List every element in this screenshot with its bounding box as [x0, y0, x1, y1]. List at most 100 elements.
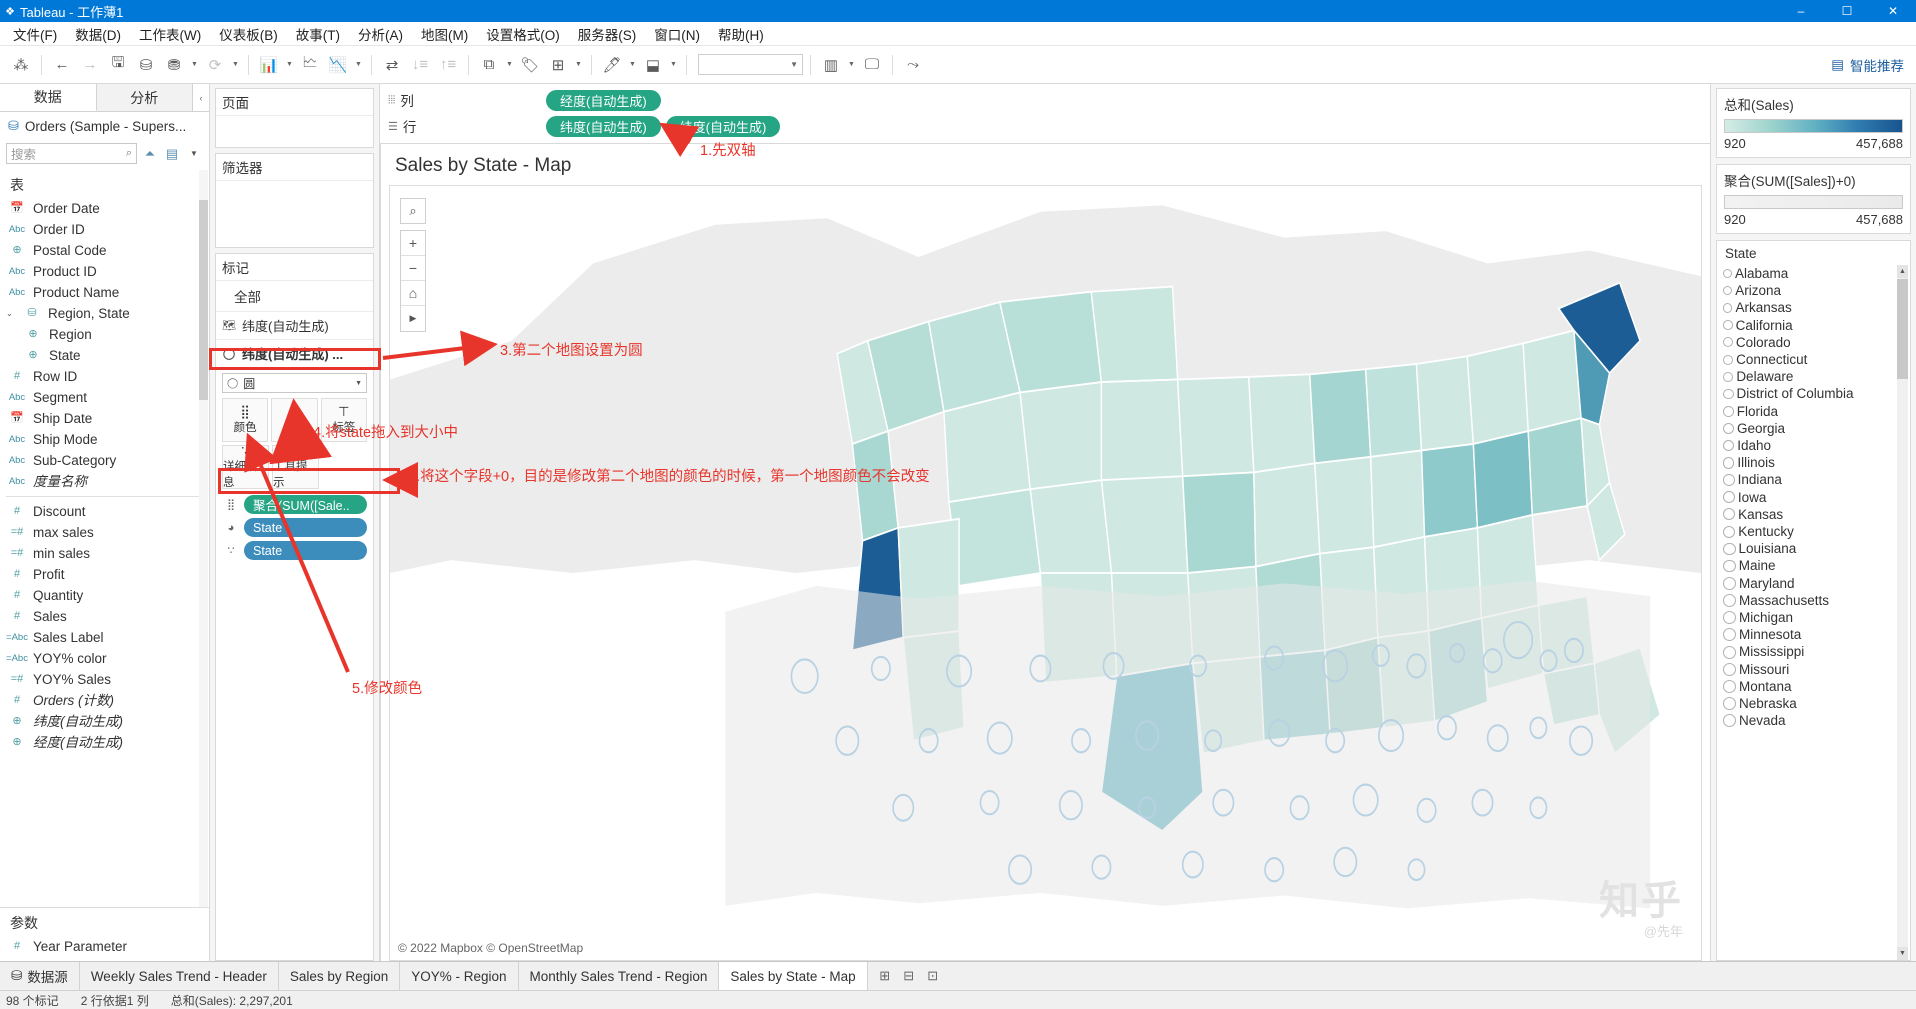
- minimize-button[interactable]: –: [1778, 0, 1824, 22]
- radio-icon[interactable]: [1723, 354, 1734, 365]
- share-button[interactable]: ⤳: [900, 52, 926, 78]
- radio-icon[interactable]: [1723, 508, 1736, 521]
- show-labels-button[interactable]: 🏷: [517, 52, 543, 78]
- menu-item-2[interactable]: 工作表(W): [130, 21, 210, 47]
- tableau-home-icon[interactable]: ⁂: [8, 52, 34, 78]
- state-filter-item[interactable]: Iowa: [1723, 489, 1910, 506]
- show-cards-caret-icon[interactable]: ▼: [846, 52, 857, 78]
- menu-item-0[interactable]: 文件(F): [4, 21, 66, 47]
- menu-item-4[interactable]: 故事(T): [287, 21, 349, 47]
- state-filter-item[interactable]: Mississippi: [1723, 643, 1910, 660]
- maximize-button[interactable]: ☐: [1824, 0, 1870, 22]
- sort-ascending-button[interactable]: ↓≡: [407, 52, 433, 78]
- worksheet-tab-1[interactable]: Sales by Region: [278, 962, 401, 990]
- fixed-axis-caret-icon[interactable]: ▼: [573, 52, 584, 78]
- new-story-icon[interactable]: ⊡: [922, 965, 944, 987]
- dimension-product-id[interactable]: Abc Product ID: [0, 261, 209, 282]
- state-filter-item[interactable]: District of Columbia: [1723, 385, 1910, 402]
- sort-descending-button[interactable]: ↑≡: [435, 52, 461, 78]
- highlight-button[interactable]: 🖊: [599, 52, 625, 78]
- search-input[interactable]: 搜索 ⌕: [6, 143, 137, 164]
- state-list-scrollbar-thumb[interactable]: [1897, 279, 1908, 379]
- clear-sheet-caret-icon[interactable]: ▼: [353, 52, 364, 78]
- back-button[interactable]: ←: [49, 52, 75, 78]
- parameter-year-parameter[interactable]: # Year Parameter: [0, 936, 209, 957]
- pause-datasource-button[interactable]: ⛃: [161, 52, 187, 78]
- pause-dropdown-caret-icon[interactable]: ▼: [189, 52, 200, 78]
- swap-rows-columns-button[interactable]: ⇄: [379, 52, 405, 78]
- new-worksheet-button[interactable]: 📊: [256, 52, 282, 78]
- state-list-scroll-up-icon[interactable]: ▲: [1897, 265, 1908, 278]
- clear-sheet-button[interactable]: 📉: [325, 52, 351, 78]
- forward-button[interactable]: →: [77, 52, 103, 78]
- pill-longitude[interactable]: 经度(自动生成): [546, 89, 661, 111]
- view-dropdown-caret-icon[interactable]: ▼: [185, 149, 203, 158]
- data-pane-scrollbar-thumb[interactable]: [199, 200, 208, 400]
- dimension-order-id[interactable]: Abc Order ID: [0, 219, 209, 240]
- presentation-mode-button[interactable]: ⬓: [640, 52, 666, 78]
- radio-icon[interactable]: [1723, 697, 1736, 711]
- group-button[interactable]: ⧉: [476, 52, 502, 78]
- state-filter-item[interactable]: Maine: [1723, 557, 1910, 574]
- measure-sales[interactable]: # Sales: [0, 606, 209, 627]
- radio-icon[interactable]: [1723, 628, 1736, 642]
- state-filter-item[interactable]: Missouri: [1723, 661, 1910, 678]
- radio-icon[interactable]: [1723, 286, 1733, 296]
- color-button[interactable]: ⣿ 颜色: [222, 398, 269, 442]
- radio-icon[interactable]: [1723, 611, 1736, 625]
- menu-item-6[interactable]: 地图(M): [412, 21, 477, 47]
- rows-shelf[interactable]: ☰ 行 纬度(自动生成) 纬度(自动生成): [380, 113, 1710, 139]
- radio-icon[interactable]: [1723, 679, 1736, 693]
- state-filter-item[interactable]: Arkansas: [1723, 299, 1910, 316]
- measure--[interactable]: ⊕ 经度(自动生成): [0, 732, 209, 753]
- marks-layer-all[interactable]: 全部: [216, 281, 373, 312]
- refresh-button[interactable]: ⟳: [202, 52, 228, 78]
- measure-orders-[interactable]: # Orders (计数): [0, 690, 209, 711]
- highlight-caret-icon[interactable]: ▼: [627, 52, 638, 78]
- menu-item-1[interactable]: 数据(D): [66, 21, 130, 47]
- radio-icon[interactable]: [1723, 440, 1735, 452]
- detail-button[interactable]: ∵ 详细信息: [222, 444, 269, 489]
- marks-layer-latitude-2[interactable]: ◯ 纬度(自动生成) ...: [216, 340, 373, 368]
- expander-icon[interactable]: ⌄: [6, 304, 16, 323]
- radio-icon[interactable]: [1723, 542, 1736, 556]
- state-filter-item[interactable]: Montana: [1723, 678, 1910, 695]
- measure--[interactable]: ⊕ 纬度(自动生成): [0, 711, 209, 732]
- dimension-order-date[interactable]: 📅 Order Date: [0, 198, 209, 219]
- menu-item-9[interactable]: 窗口(N): [645, 21, 709, 47]
- state-filter-item[interactable]: Nevada: [1723, 712, 1910, 729]
- worksheet-tab-0[interactable]: Weekly Sales Trend - Header: [79, 962, 279, 990]
- dimension-state[interactable]: ⊕ State: [0, 345, 209, 366]
- radio-icon[interactable]: [1723, 269, 1732, 279]
- state-filter-item[interactable]: Nebraska: [1723, 695, 1910, 712]
- radio-icon[interactable]: [1723, 371, 1734, 382]
- map-zoom-out-icon[interactable]: −: [401, 256, 425, 281]
- dimension--[interactable]: Abc 度量名称: [0, 471, 209, 492]
- radio-icon[interactable]: [1723, 525, 1736, 538]
- state-list-scroll-down-icon[interactable]: ▼: [1897, 947, 1908, 960]
- state-filter-item[interactable]: Colorado: [1723, 334, 1910, 351]
- dimension-ship-date[interactable]: 📅 Ship Date: [0, 408, 209, 429]
- state-filter-item[interactable]: Kentucky: [1723, 523, 1910, 540]
- state-filter-item[interactable]: Illinois: [1723, 454, 1910, 471]
- duplicate-sheet-button[interactable]: 🗠: [297, 52, 323, 78]
- pill-latitude-2[interactable]: 纬度(自动生成): [665, 115, 781, 137]
- radio-icon[interactable]: [1723, 491, 1735, 504]
- state-filter-item[interactable]: Minnesota: [1723, 626, 1910, 643]
- measure-yoy-color[interactable]: =Abc YOY% color: [0, 648, 209, 669]
- refresh-dropdown-caret-icon[interactable]: ▼: [230, 52, 241, 78]
- dimension-ship-mode[interactable]: Abc Ship Mode: [0, 429, 209, 450]
- measure-profit[interactable]: # Profit: [0, 564, 209, 585]
- show-me-button[interactable]: ▤ 智能推荐: [1831, 55, 1908, 75]
- close-button[interactable]: ✕: [1870, 0, 1916, 22]
- radio-icon[interactable]: [1723, 303, 1733, 313]
- columns-shelf[interactable]: ⦙⦙⦙ 列 经度(自动生成): [380, 87, 1710, 113]
- dimension-region[interactable]: ⊕ Region: [0, 324, 209, 345]
- worksheet-tab-3[interactable]: Monthly Sales Trend - Region: [518, 962, 720, 990]
- state-filter-item[interactable]: Florida: [1723, 403, 1910, 420]
- dimension-region-state[interactable]: ⌄ ⛁ Region, State: [0, 303, 209, 324]
- presentation-view-button[interactable]: 🖵: [859, 52, 885, 78]
- radio-icon[interactable]: [1723, 662, 1736, 676]
- size-button[interactable]: ◕ 大小: [271, 398, 318, 442]
- state-filter-item[interactable]: Delaware: [1723, 368, 1910, 385]
